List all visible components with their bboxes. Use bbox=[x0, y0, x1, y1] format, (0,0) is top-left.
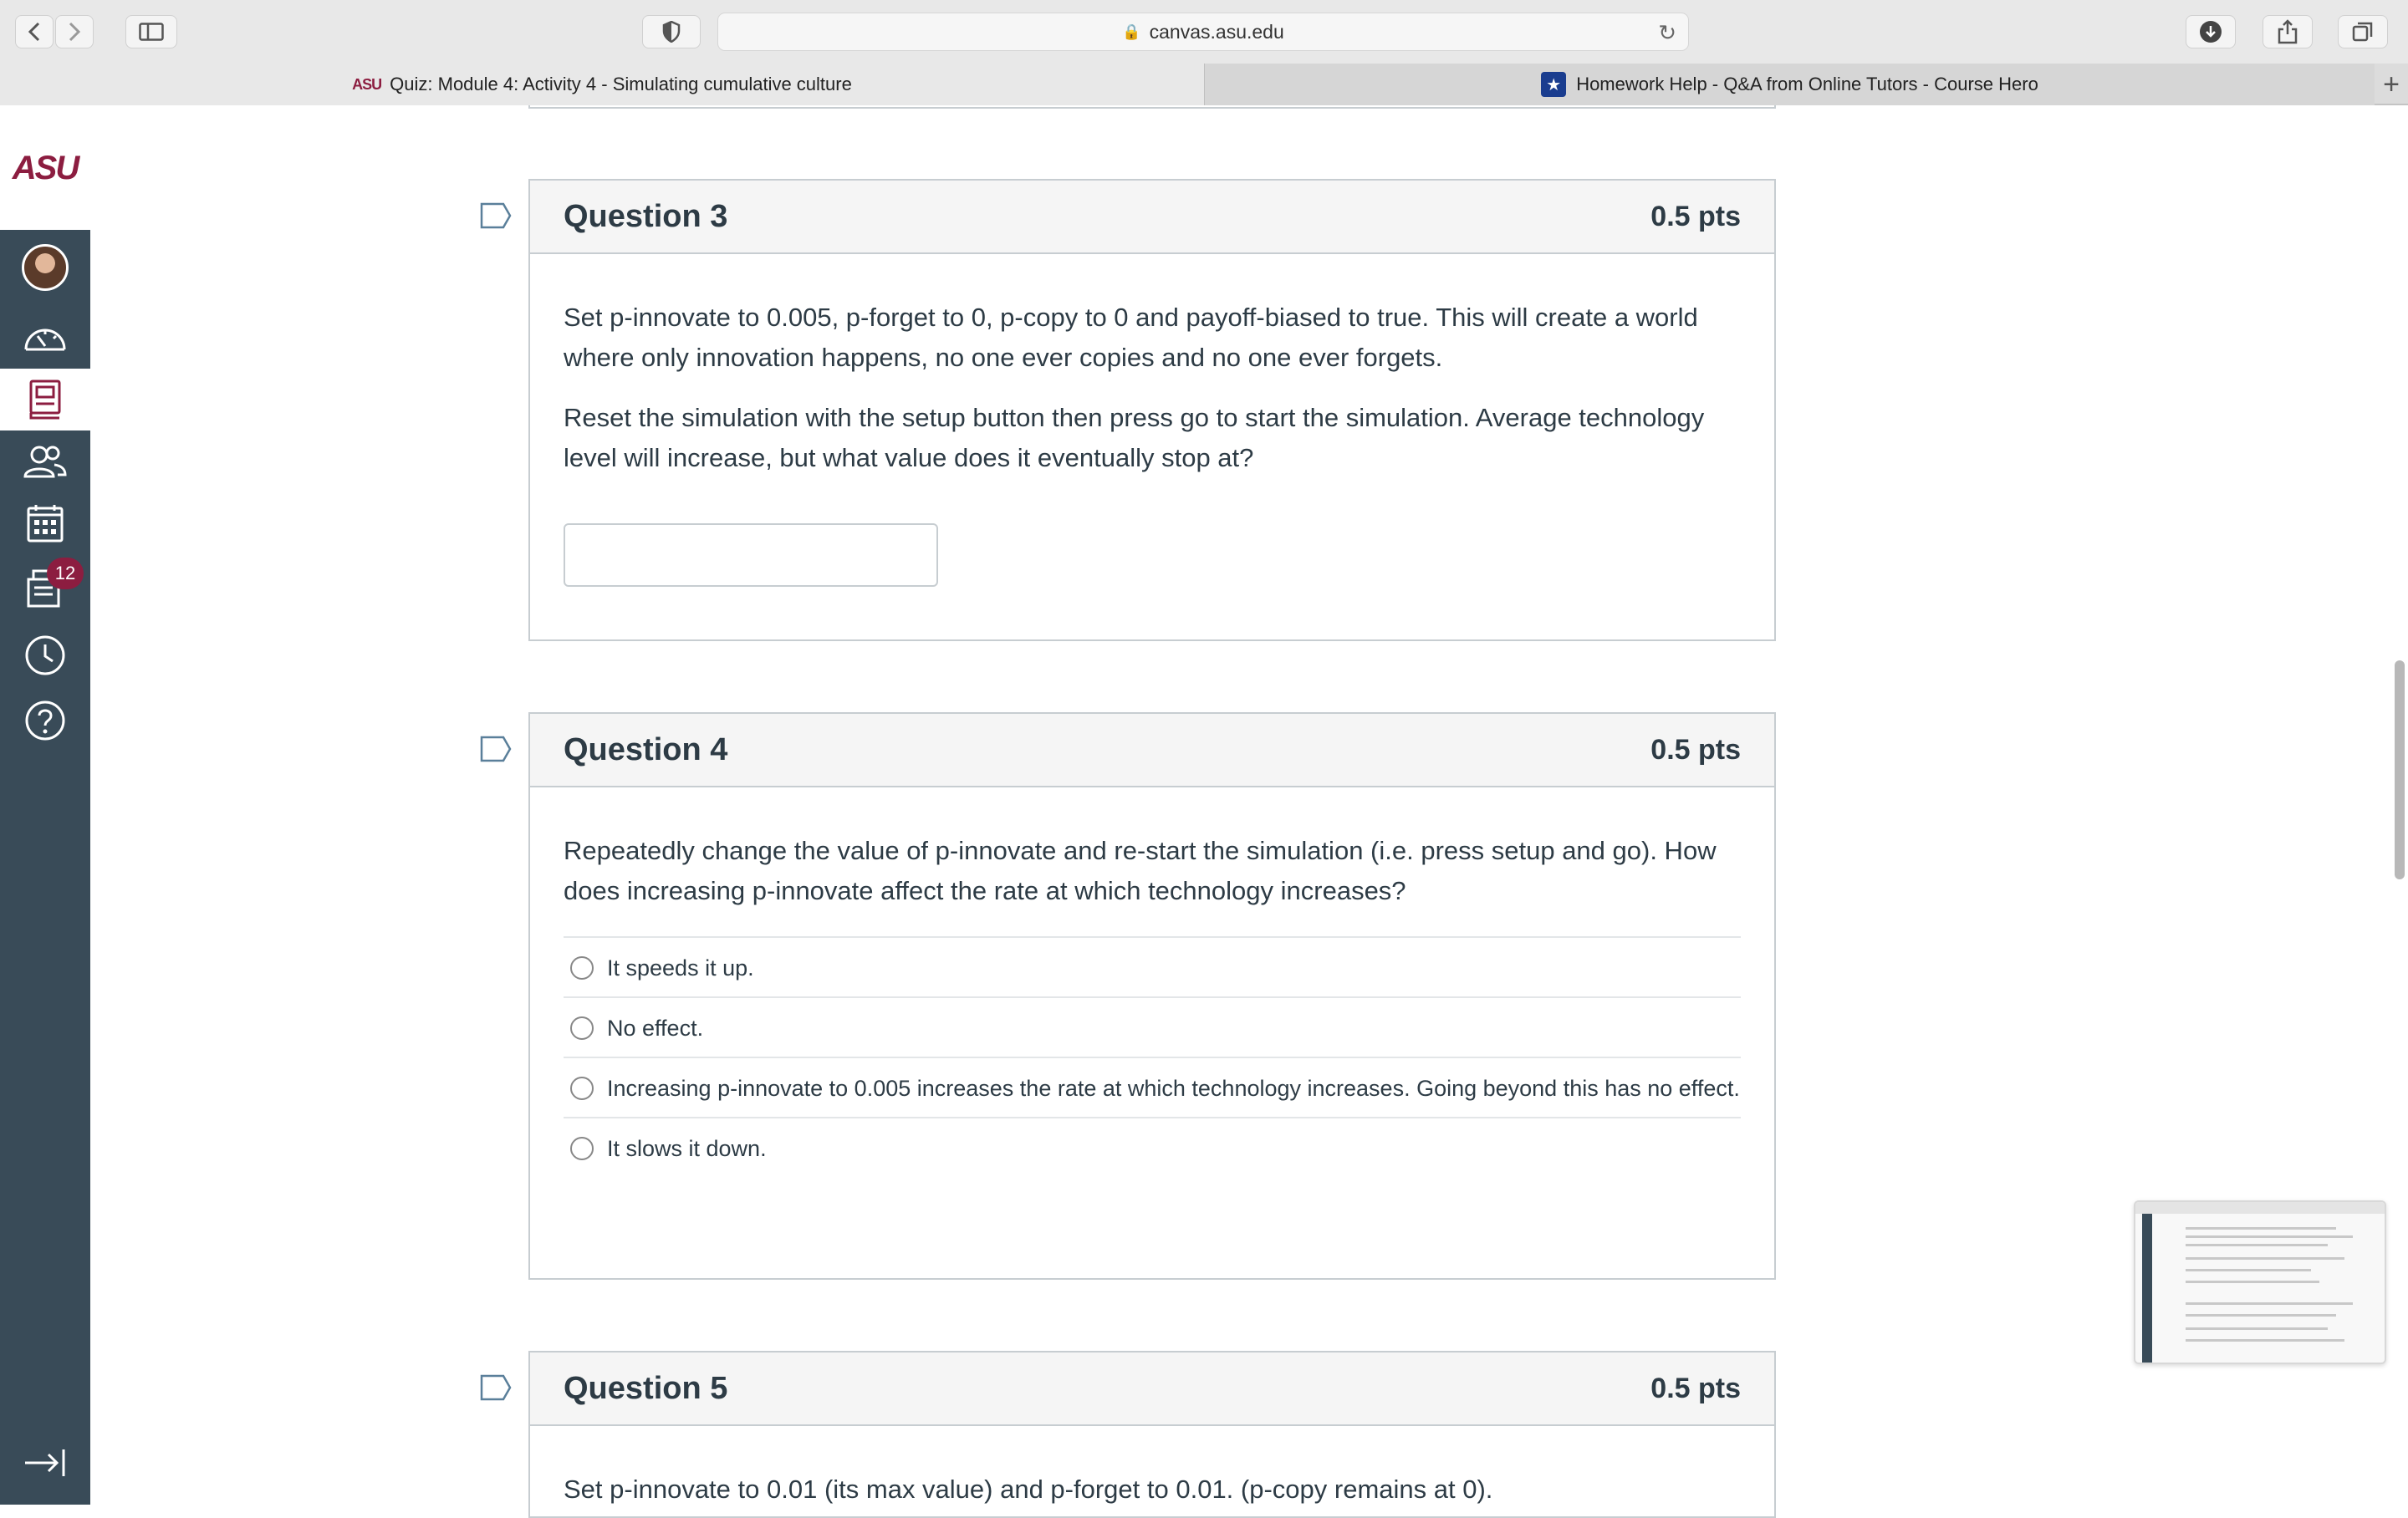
answer-label: Increasing p-innovate to 0.005 increases… bbox=[607, 1076, 1740, 1101]
forward-button[interactable] bbox=[55, 15, 94, 48]
nav-help[interactable] bbox=[0, 690, 90, 751]
avatar bbox=[22, 244, 69, 291]
question-4: Question 4 0.5 pts Repeatedly change the… bbox=[528, 712, 1776, 1280]
sidebar-toggle-button[interactable] bbox=[125, 15, 177, 48]
nav-calendar[interactable] bbox=[0, 492, 90, 554]
question-header: Question 5 0.5 pts bbox=[530, 1352, 1774, 1426]
tab-overview-button[interactable] bbox=[2338, 15, 2388, 48]
question-title: Question 4 bbox=[564, 731, 728, 767]
share-button[interactable] bbox=[2263, 15, 2313, 48]
nav-inbox[interactable]: 12 bbox=[0, 558, 90, 619]
question-title: Question 5 bbox=[564, 1370, 728, 1406]
chevron-right-icon bbox=[69, 22, 81, 42]
nav-dashboard[interactable] bbox=[0, 307, 90, 369]
answer-input[interactable] bbox=[564, 523, 938, 587]
back-button[interactable] bbox=[15, 15, 54, 48]
lock-icon: 🔒 bbox=[1122, 23, 1141, 40]
answer-label: It speeds it up. bbox=[607, 955, 754, 981]
reload-icon[interactable]: ↻ bbox=[1658, 20, 1676, 46]
question-paragraph: Reset the simulation with the setup butt… bbox=[564, 403, 1705, 472]
answer-label: It slows it down. bbox=[607, 1136, 767, 1161]
asu-logo: ASU bbox=[12, 149, 79, 186]
flag-question-3-icon[interactable] bbox=[480, 202, 512, 229]
radio-button[interactable] bbox=[570, 1077, 594, 1100]
shield-icon bbox=[662, 21, 681, 43]
downloads-button[interactable] bbox=[2186, 15, 2236, 48]
tab-quiz[interactable]: ASU Quiz: Module 4: Activity 4 - Simulat… bbox=[0, 64, 1204, 105]
nav-history[interactable] bbox=[0, 624, 90, 686]
radio-button[interactable] bbox=[570, 1137, 594, 1160]
screenshot-thumbnail[interactable] bbox=[2134, 1200, 2386, 1364]
page-scrollbar[interactable] bbox=[2395, 660, 2405, 879]
privacy-shield-button[interactable] bbox=[642, 15, 701, 48]
question-text: Repeatedly change the value of p-innovat… bbox=[530, 787, 1774, 1177]
global-navigation: ASU 12 bbox=[0, 106, 90, 1505]
nav-groups[interactable] bbox=[0, 430, 90, 492]
question-paragraph: Set p-innovate to 0.005, p-forget to 0, … bbox=[564, 303, 1698, 372]
flag-question-5-icon[interactable] bbox=[480, 1374, 512, 1401]
question-header: Question 3 0.5 pts bbox=[530, 181, 1774, 254]
address-bar[interactable]: 🔒 canvas.asu.edu ↻ bbox=[717, 13, 1689, 51]
radio-button[interactable] bbox=[570, 1016, 594, 1040]
tabs-icon bbox=[2352, 22, 2373, 42]
calendar-icon bbox=[27, 505, 64, 543]
inbox-unread-badge: 12 bbox=[47, 558, 84, 589]
courses-icon bbox=[29, 380, 61, 420]
help-icon bbox=[25, 700, 65, 741]
question-points: 0.5 pts bbox=[1650, 200, 1741, 232]
url-text: canvas.asu.edu bbox=[1149, 20, 1284, 43]
previous-question-bottom bbox=[528, 105, 1776, 109]
question-header: Question 4 0.5 pts bbox=[530, 714, 1774, 787]
download-icon bbox=[2200, 21, 2222, 43]
groups-icon bbox=[23, 446, 67, 478]
dashboard-icon bbox=[24, 329, 66, 351]
collapse-nav-icon bbox=[25, 1449, 65, 1476]
nav-account[interactable] bbox=[0, 237, 90, 298]
question-text: Set p-innovate to 0.005, p-forget to 0, … bbox=[530, 254, 1774, 587]
tab-title: Homework Help - Q&A from Online Tutors -… bbox=[1576, 74, 2038, 94]
browser-toolbar: 🔒 canvas.asu.edu ↻ bbox=[0, 0, 2408, 64]
asu-favicon: ASU bbox=[352, 75, 382, 93]
answer-option[interactable]: It slows it down. bbox=[564, 1118, 1741, 1177]
flag-question-4-icon[interactable] bbox=[480, 736, 512, 762]
tab-course-hero[interactable]: ★ Homework Help - Q&A from Online Tutors… bbox=[1204, 64, 2375, 105]
chevron-left-icon bbox=[28, 22, 40, 42]
answer-option[interactable]: It speeds it up. bbox=[564, 938, 1741, 998]
star-icon: ★ bbox=[1541, 72, 1567, 97]
answer-option[interactable]: No effect. bbox=[564, 998, 1741, 1058]
question-3: Question 3 0.5 pts Set p-innovate to 0.0… bbox=[528, 179, 1776, 641]
question-points: 0.5 pts bbox=[1650, 733, 1741, 766]
tab-title: Quiz: Module 4: Activity 4 - Simulating … bbox=[390, 74, 852, 94]
question-text: Set p-innovate to 0.01 (its max value) a… bbox=[530, 1426, 1774, 1510]
question-paragraph: Repeatedly change the value of p-innovat… bbox=[564, 836, 1717, 905]
nav-collapse[interactable] bbox=[0, 1432, 90, 1494]
question-5: Question 5 0.5 pts Set p-innovate to 0.0… bbox=[528, 1351, 1776, 1518]
nav-courses[interactable] bbox=[0, 369, 90, 430]
question-points: 0.5 pts bbox=[1650, 1372, 1741, 1404]
sidebar-icon bbox=[139, 23, 164, 41]
answer-option[interactable]: Increasing p-innovate to 0.005 increases… bbox=[564, 1058, 1741, 1118]
answer-label: No effect. bbox=[607, 1016, 704, 1041]
new-tab-button[interactable]: + bbox=[2375, 64, 2408, 105]
asu-logo-link[interactable]: ASU bbox=[0, 106, 90, 230]
clock-icon bbox=[25, 635, 65, 675]
question-paragraph: Set p-innovate to 0.01 (its max value) a… bbox=[564, 1475, 1493, 1504]
answer-options: It speeds it up. No effect. Increasing p… bbox=[564, 936, 1741, 1177]
question-title: Question 3 bbox=[564, 198, 728, 234]
radio-button[interactable] bbox=[570, 956, 594, 980]
share-icon bbox=[2278, 19, 2298, 44]
